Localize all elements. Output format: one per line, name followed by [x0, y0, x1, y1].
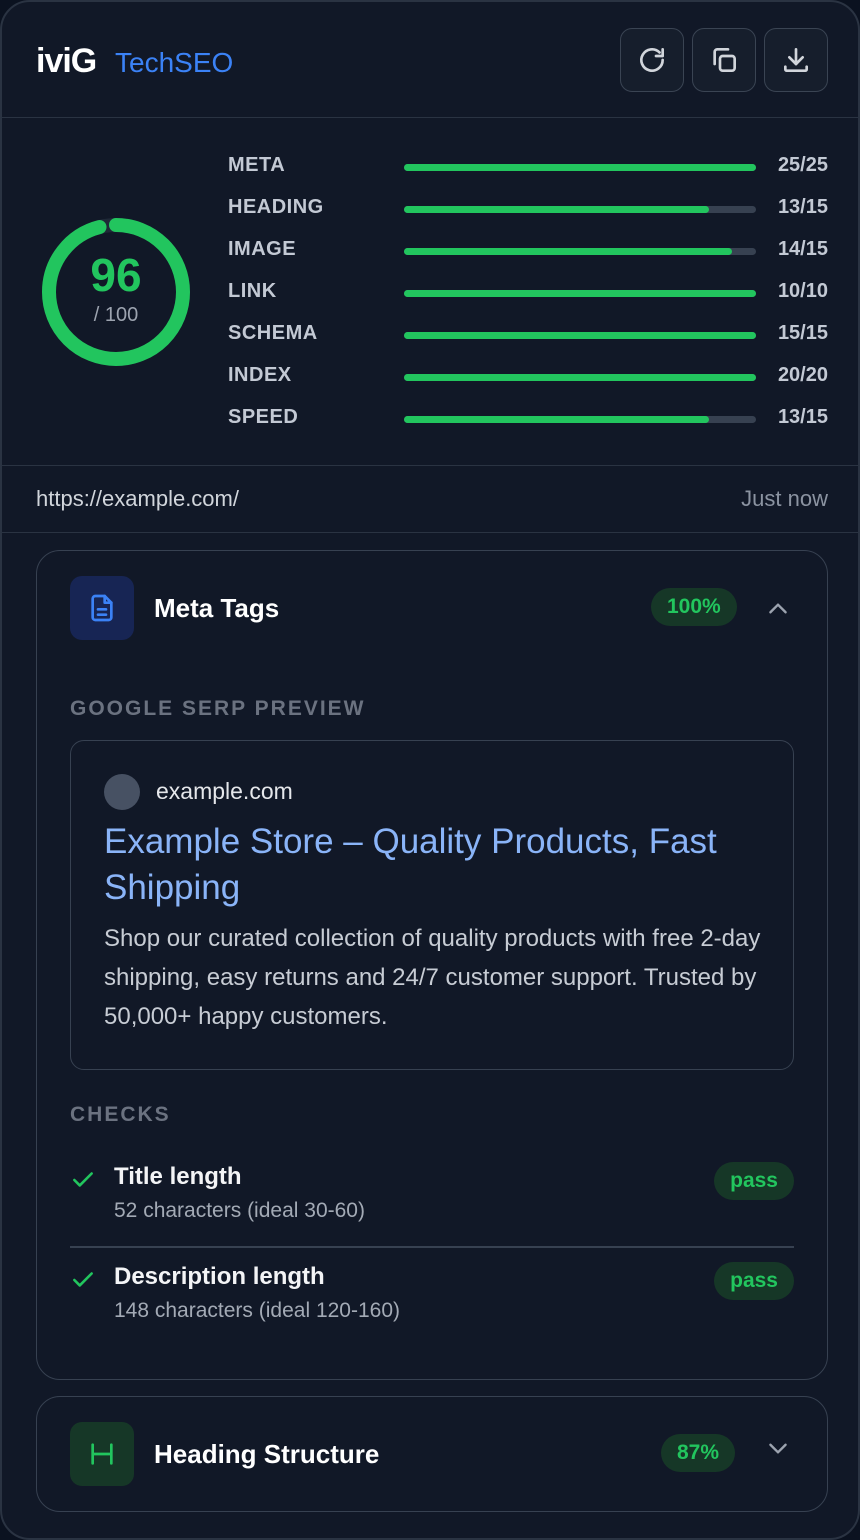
check-detail: 52 characters (ideal 30-60) [114, 1199, 365, 1222]
category-row-image: IMAGE 14/15 [228, 236, 828, 266]
category-progress-fill [404, 416, 710, 423]
category-label: SPEED [228, 406, 299, 428]
serp-preview-label: GOOGLE SERP PREVIEW [70, 697, 366, 720]
document-icon [70, 576, 134, 640]
category-score: 25/25 [777, 154, 828, 176]
pass-badge: pass [714, 1162, 794, 1200]
category-progress-track [404, 374, 756, 381]
category-progress-track [404, 290, 756, 297]
category-row-index: INDEX 20/20 [228, 362, 828, 392]
page-url[interactable]: https://example.com/ [36, 486, 239, 512]
category-progress-track [404, 416, 756, 423]
heading-structure-percent-badge: 87% [661, 1434, 736, 1472]
refresh-icon [640, 48, 664, 72]
category-row-speed: SPEED 13/15 [228, 404, 828, 434]
category-score: 20/20 [777, 364, 828, 386]
check-title: Description length [114, 1263, 325, 1290]
pass-badge: pass [714, 1262, 794, 1300]
checkmark-icon [73, 1272, 93, 1287]
check-detail: 148 characters (ideal 120-160) [114, 1299, 401, 1322]
analyzed-time: Just now [741, 486, 828, 511]
meta-tags-card: Meta Tags 100% GOOGLE SERP PREVIEW examp… [36, 550, 828, 1380]
copy-button[interactable] [692, 28, 756, 92]
favicon-placeholder [104, 774, 140, 810]
category-label: LINK [228, 280, 277, 302]
chevron-down-icon[interactable] [765, 1435, 791, 1461]
category-label: IMAGE [228, 238, 297, 260]
meta-tags-title: Meta Tags [154, 593, 280, 623]
category-progress-fill [404, 206, 710, 213]
refresh-button[interactable] [620, 28, 684, 92]
product-name: TechSEO [115, 47, 234, 78]
url-row: https://example.com/ Just now [2, 466, 858, 533]
header: iviG TechSEO [2, 2, 858, 118]
serp-domain: example.com [156, 778, 293, 804]
meta-tags-percent-badge: 100% [651, 588, 737, 626]
category-progress-track [404, 206, 756, 213]
brand-logo: iviG [36, 42, 97, 80]
category-progress-track [404, 164, 756, 171]
category-progress-fill [404, 290, 756, 297]
heading-structure-card[interactable]: Heading Structure 87% [36, 1396, 828, 1512]
category-label: INDEX [228, 364, 292, 386]
heading-icon [70, 1422, 134, 1486]
category-progress-fill [404, 164, 756, 171]
serp-title: Example Store – Quality Products, Fast S… [104, 822, 717, 907]
category-row-link: LINK 10/10 [228, 278, 828, 308]
category-score: 15/15 [777, 322, 828, 344]
category-row-schema: SCHEMA 15/15 [228, 320, 828, 350]
checks-label: CHECKS [70, 1103, 171, 1126]
category-score: 13/15 [777, 406, 828, 428]
download-icon [784, 48, 808, 72]
score-value: 96 [90, 249, 142, 301]
heading-structure-title: Heading Structure [154, 1439, 380, 1469]
chevron-up-icon[interactable] [765, 596, 791, 622]
checkmark-icon [73, 1172, 93, 1187]
category-score: 13/15 [777, 196, 828, 218]
serp-preview: example.com Example Store – Quality Prod… [70, 740, 794, 1070]
category-row-heading: HEADING 13/15 [228, 194, 828, 224]
category-row-meta: META 25/25 [228, 152, 828, 182]
category-progress-fill [404, 374, 756, 381]
category-progress-fill [404, 248, 733, 255]
download-button[interactable] [764, 28, 828, 92]
category-label: META [228, 154, 286, 176]
category-score: 10/10 [777, 280, 828, 302]
check-title: Title length [114, 1163, 242, 1190]
category-progress-fill [404, 332, 756, 339]
check-item: Title length 52 characters (ideal 30-60)… [70, 1147, 794, 1243]
check-item: Description length 148 characters (ideal… [70, 1247, 794, 1343]
category-score: 14/15 [777, 238, 828, 260]
category-label: HEADING [228, 196, 324, 218]
category-progress-track [404, 248, 756, 255]
copy-icon [713, 48, 736, 72]
score-max: / 100 [93, 304, 139, 326]
seo-panel: iviG TechSEO 96 / 100 META 25/25 HEADING… [0, 0, 860, 1540]
serp-description: Shop our curated collection of quality p… [104, 925, 761, 1030]
category-label: SCHEMA [228, 322, 318, 344]
score-summary: 96 / 100 META 25/25 HEADING 13/15 IMAGE 14/15… [2, 118, 858, 466]
category-progress-track [404, 332, 756, 339]
